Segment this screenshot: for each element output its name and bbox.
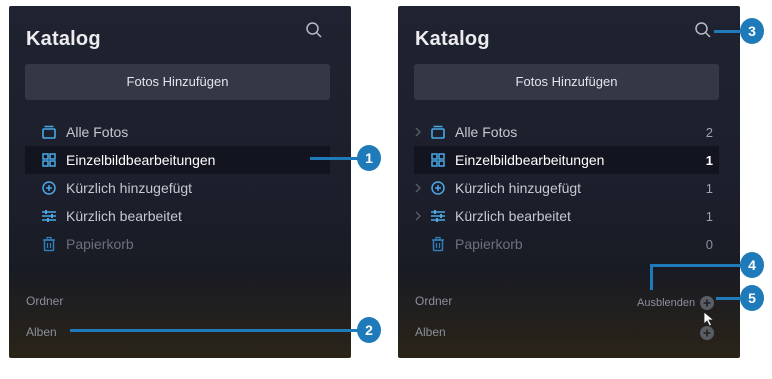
callout-line-1 — [310, 157, 362, 160]
grid-icon — [42, 153, 56, 167]
item-count: 0 — [705, 236, 713, 252]
panel-title: Katalog — [26, 28, 101, 50]
folders-section-label[interactable]: Ordner — [26, 294, 63, 308]
add-photos-button[interactable]: Fotos Hinzufügen — [414, 64, 719, 100]
list-item-recently-added[interactable]: Kürzlich hinzugefügt 1 — [414, 174, 719, 202]
catalog-panel-expanded: Katalog Fotos Hinzufügen Alle Fotos 2 Ei… — [398, 6, 740, 358]
list-item-trash[interactable]: Papierkorb 0 — [414, 230, 719, 258]
chevron-right-icon[interactable] — [414, 126, 422, 138]
list-item-label: Papierkorb — [66, 236, 134, 252]
callout-line-4-vertical — [650, 264, 653, 290]
catalog-list: Alle Fotos 2 Einzelbildbearbeitungen 1 K… — [414, 118, 719, 258]
list-item-label: Papierkorb — [455, 236, 523, 252]
item-count: 1 — [705, 180, 713, 196]
list-item-recently-edited[interactable]: Kürzlich bearbeitet — [25, 202, 330, 230]
list-item-label: Kürzlich hinzugefügt — [66, 180, 193, 196]
list-item-label: Kürzlich bearbeitet — [455, 208, 571, 224]
albums-section-label[interactable]: Alben — [415, 325, 446, 339]
hide-folders-link[interactable]: Ausblenden — [637, 297, 695, 309]
list-item-label: Kürzlich bearbeitet — [66, 208, 182, 224]
catalog-list: Alle Fotos Einzelbildbearbeitungen Kürzl… — [25, 118, 330, 258]
plus-circle-icon — [431, 181, 445, 195]
sliders-icon — [431, 210, 445, 222]
list-item-recently-added[interactable]: Kürzlich hinzugefügt — [25, 174, 330, 202]
list-item-label: Einzelbildbearbeitungen — [455, 152, 605, 168]
add-folder-plus-icon[interactable] — [700, 296, 714, 310]
folders-section-label[interactable]: Ordner — [415, 294, 452, 308]
trash-icon — [43, 236, 55, 252]
item-count: 1 — [705, 208, 713, 224]
search-icon[interactable] — [694, 21, 712, 39]
mouse-pointer-icon — [703, 311, 715, 327]
list-item-all-photos[interactable]: Alle Fotos 2 — [414, 118, 719, 146]
list-item-trash[interactable]: Papierkorb — [25, 230, 330, 258]
item-count: 2 — [705, 124, 713, 140]
list-item-label: Alle Fotos — [455, 124, 518, 140]
callout-badge-3: 3 — [740, 18, 764, 44]
callout-line-2 — [70, 329, 360, 332]
list-item-all-photos[interactable]: Alle Fotos — [25, 118, 330, 146]
callout-badge-5: 5 — [740, 285, 764, 311]
add-photos-button[interactable]: Fotos Hinzufügen — [25, 64, 330, 100]
list-item-recently-edited[interactable]: Kürzlich bearbeitet 1 — [414, 202, 719, 230]
callout-badge-1: 1 — [357, 145, 381, 171]
callout-badge-4: 4 — [740, 252, 764, 278]
item-count: 1 — [705, 152, 713, 168]
stack-icon — [42, 125, 56, 139]
callout-line-4-horizontal — [650, 264, 744, 267]
add-album-plus-icon[interactable] — [700, 326, 714, 340]
plus-circle-icon — [42, 181, 56, 195]
trash-icon — [432, 236, 444, 252]
list-item-label: Alle Fotos — [66, 124, 129, 140]
search-icon[interactable] — [305, 21, 323, 39]
sliders-icon — [42, 210, 56, 222]
chevron-right-icon[interactable] — [414, 210, 422, 222]
list-item-label: Einzelbildbearbeitungen — [66, 152, 216, 168]
grid-icon — [431, 153, 445, 167]
stack-icon — [431, 125, 445, 139]
catalog-panel-collapsed: Katalog Fotos Hinzufügen Alle Fotos Einz… — [9, 6, 351, 358]
list-item-single-edits[interactable]: Einzelbildbearbeitungen 1 — [414, 146, 719, 174]
chevron-right-icon[interactable] — [414, 182, 422, 194]
list-item-label: Kürzlich hinzugefügt — [455, 180, 582, 196]
panel-title: Katalog — [415, 28, 490, 50]
list-item-single-edits[interactable]: Einzelbildbearbeitungen — [25, 146, 330, 174]
albums-section-label[interactable]: Alben — [26, 325, 57, 339]
callout-badge-2: 2 — [357, 317, 381, 343]
